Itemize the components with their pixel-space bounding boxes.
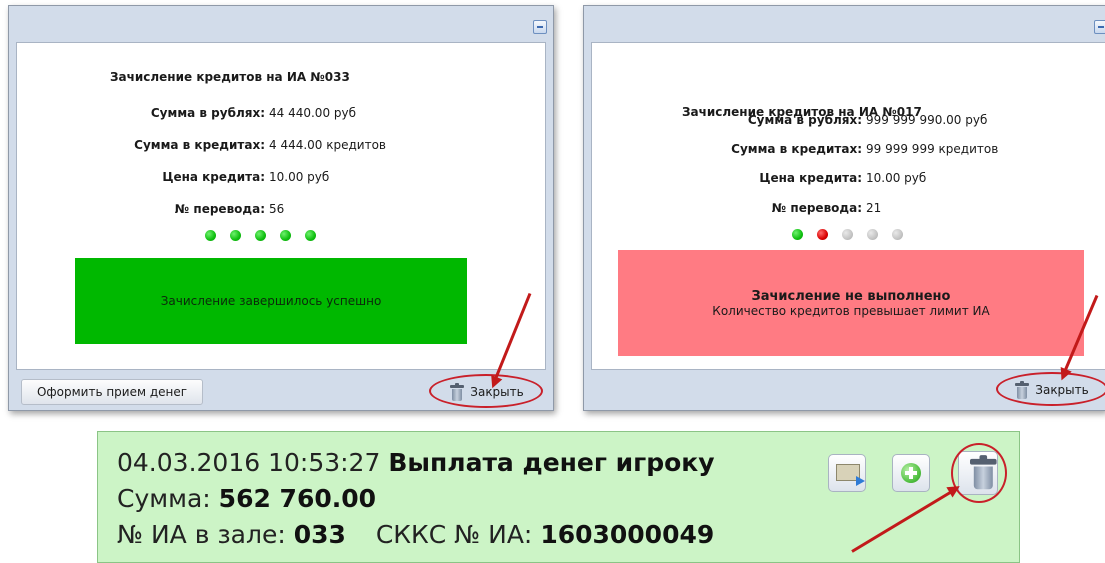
status-fail-box: Зачисление не выполнено Количество креди… bbox=[618, 250, 1084, 356]
dialog-header bbox=[584, 6, 1105, 42]
receive-money-label: Оформить прием денег bbox=[36, 385, 188, 399]
transfer-number-row: № перевода: 21 bbox=[592, 201, 881, 215]
rubles-label: Сумма в рублях: bbox=[747, 113, 862, 127]
add-button[interactable] bbox=[892, 454, 930, 492]
rubles-label: Сумма в рублях: bbox=[150, 106, 265, 120]
highlight-ellipse bbox=[996, 372, 1105, 406]
progress-dot-pending bbox=[867, 229, 878, 240]
minimize-icon[interactable] bbox=[1094, 20, 1105, 34]
highlight-ellipse bbox=[951, 443, 1007, 503]
credits-row: Сумма в кредитах: 99 999 999 кредитов bbox=[592, 142, 998, 156]
credits-label: Сумма в кредитах: bbox=[134, 138, 265, 152]
progress-dot-done bbox=[230, 230, 241, 241]
transfer-number-row: № перевода: 56 bbox=[17, 202, 284, 216]
transfer-number-label: № перевода: bbox=[771, 201, 862, 215]
credits-label: Сумма в кредитах: bbox=[731, 142, 862, 156]
credit-price-label: Цена кредита: bbox=[759, 171, 862, 185]
payout-ia-value: 033 bbox=[293, 520, 346, 549]
money-transfer-icon bbox=[836, 464, 865, 486]
left-credit-dialog: Зачисление кредитов на ИА №033 Сумма в р… bbox=[8, 5, 554, 411]
progress-dot-error bbox=[817, 229, 828, 240]
credits-row: Сумма в кредитах: 4 444.00 кредитов bbox=[17, 138, 386, 152]
payout-line-2: Сумма: 562 760.00 bbox=[117, 484, 376, 513]
money-transfer-button[interactable] bbox=[828, 454, 866, 492]
dialog-body: Зачисление кредитов на ИА №017 Сумма в р… bbox=[591, 42, 1105, 370]
transfer-number-value: 56 bbox=[269, 202, 285, 216]
dialog-title: Зачисление кредитов на ИА №033 bbox=[110, 70, 350, 84]
credit-price-value: 10.00 руб bbox=[269, 170, 330, 184]
payout-event: Выплата денег игроку bbox=[388, 448, 715, 477]
credit-price-value: 10.00 руб bbox=[866, 171, 927, 185]
dialog-body: Зачисление кредитов на ИА №033 Сумма в р… bbox=[16, 42, 546, 370]
progress-dot-done bbox=[280, 230, 291, 241]
progress-dots bbox=[205, 230, 316, 241]
status-text: Зачисление завершилось успешно bbox=[160, 294, 382, 308]
payout-line-3: № ИА в зале: 033 СККС № ИА: 1603000049 bbox=[117, 520, 714, 549]
status-headline: Зачисление не выполнено bbox=[751, 288, 951, 304]
payout-sum-label: Сумма: bbox=[117, 484, 211, 513]
transfer-number-label: № перевода: bbox=[174, 202, 265, 216]
status-detail: Количество кредитов превышает лимит ИА bbox=[712, 303, 990, 318]
receive-money-button[interactable]: Оформить прием денег bbox=[21, 379, 203, 405]
dialog-header bbox=[9, 6, 553, 42]
status-success-box: Зачисление завершилось успешно bbox=[75, 258, 467, 344]
highlight-ellipse bbox=[429, 374, 543, 408]
credit-price-row: Цена кредита: 10.00 руб bbox=[17, 170, 329, 184]
credits-value: 4 444.00 кредитов bbox=[269, 138, 386, 152]
payout-sum-value: 562 760.00 bbox=[218, 484, 377, 513]
right-credit-dialog: Зачисление кредитов на ИА №017 Сумма в р… bbox=[583, 5, 1105, 411]
progress-dot-pending bbox=[892, 229, 903, 240]
rubles-row: Сумма в рублях: 999 999 990.00 руб bbox=[592, 113, 987, 127]
payout-line-1: 04.03.2016 10:53:27 Выплата денег игроку bbox=[117, 448, 715, 477]
minimize-icon[interactable] bbox=[533, 20, 547, 34]
credit-price-label: Цена кредита: bbox=[162, 170, 265, 184]
payout-event-row: 04.03.2016 10:53:27 Выплата денег игроку… bbox=[97, 431, 1020, 563]
payout-skks-value: 1603000049 bbox=[540, 520, 715, 549]
progress-dot-pending bbox=[842, 229, 853, 240]
progress-dots bbox=[792, 229, 903, 240]
transfer-number-value: 21 bbox=[866, 201, 882, 215]
progress-dot-done bbox=[792, 229, 803, 240]
progress-dot-done bbox=[255, 230, 266, 241]
progress-dot-done bbox=[205, 230, 216, 241]
payout-datetime: 04.03.2016 10:53:27 bbox=[117, 448, 381, 477]
credit-price-row: Цена кредита: 10.00 руб bbox=[592, 171, 926, 185]
progress-dot-done bbox=[305, 230, 316, 241]
payout-skks-label: СККС № ИА: bbox=[375, 520, 533, 549]
payout-ia-label: № ИА в зале: bbox=[117, 520, 286, 549]
rubles-row: Сумма в рублях: 44 440.00 руб bbox=[17, 106, 356, 120]
rubles-value: 999 999 990.00 руб bbox=[866, 113, 988, 127]
credits-value: 99 999 999 кредитов bbox=[866, 142, 999, 156]
rubles-value: 44 440.00 руб bbox=[269, 106, 357, 120]
add-icon bbox=[901, 463, 921, 483]
